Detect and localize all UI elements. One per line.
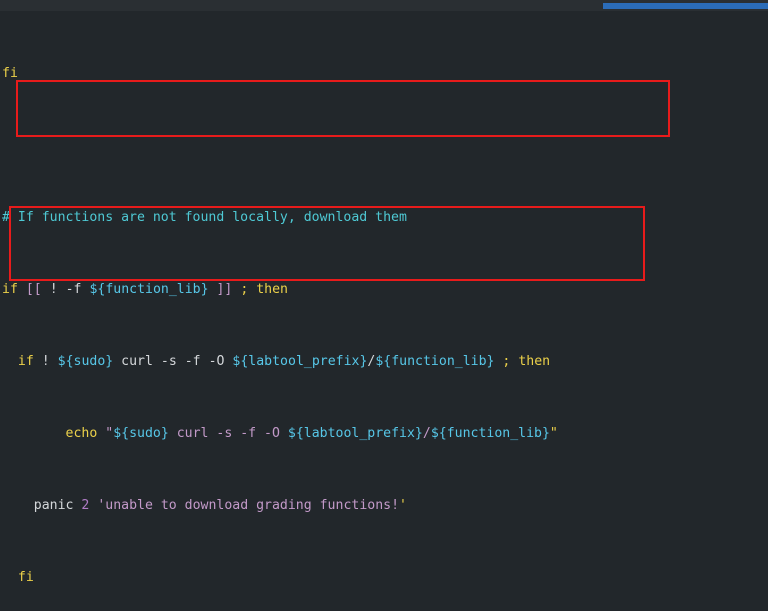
code-line[interactable]: fi bbox=[0, 65, 768, 83]
code-line[interactable]: if ! ${sudo} curl -s -f -O ${labtool_pre… bbox=[0, 353, 768, 371]
code-line[interactable]: # If functions are not found locally, do… bbox=[0, 209, 768, 227]
code-editor-window: fi # If functions are not found locally,… bbox=[0, 0, 768, 611]
code-line[interactable]: if [[ ! -f ${function_lib} ]] ; then bbox=[0, 281, 768, 299]
code-line[interactable]: panic 2 'unable to download grading func… bbox=[0, 497, 768, 515]
code-content[interactable]: fi # If functions are not found locally,… bbox=[0, 11, 768, 611]
code-line[interactable]: echo "${sudo} curl -s -f -O ${labtool_pr… bbox=[0, 425, 768, 443]
code-line[interactable] bbox=[0, 137, 768, 155]
horizontal-scrollbar-thumb[interactable] bbox=[603, 3, 768, 9]
horizontal-scrollbar-track[interactable] bbox=[0, 0, 768, 11]
code-line[interactable]: fi bbox=[0, 569, 768, 587]
